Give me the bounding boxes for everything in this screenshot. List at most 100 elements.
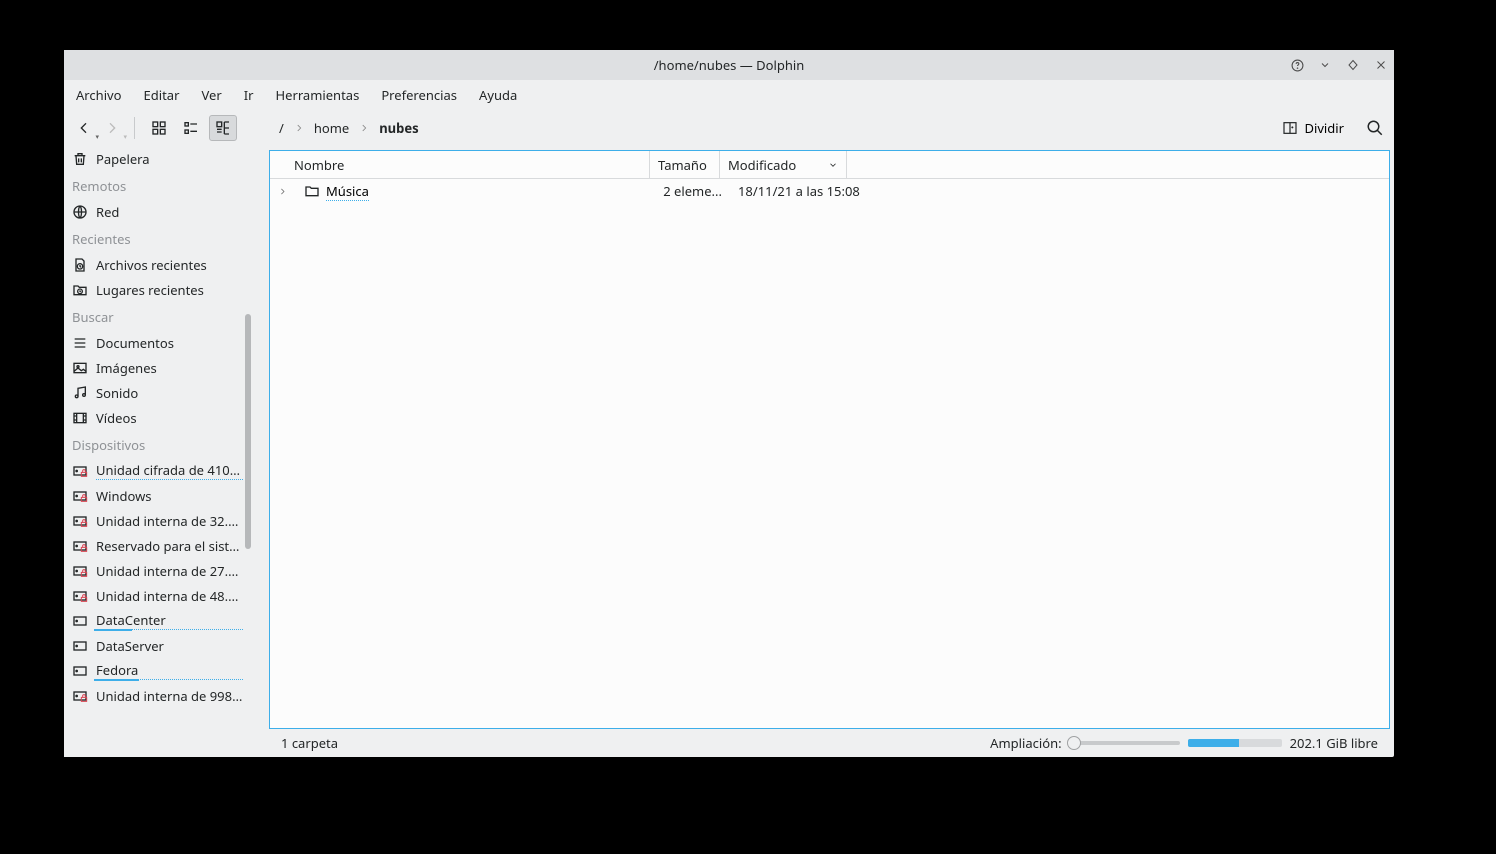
- sidebar-item-label: Windows: [96, 487, 243, 505]
- disk-icon: [72, 513, 88, 529]
- zoom-slider[interactable]: [1070, 741, 1180, 745]
- view-compact-button[interactable]: [177, 115, 205, 141]
- sidebar-item-label: Fedora: [96, 661, 243, 680]
- sidebar-item-network[interactable]: Red: [64, 199, 251, 224]
- sidebar-item-videos[interactable]: Vídeos: [64, 405, 251, 430]
- sidebar-item-label: Papelera: [96, 150, 243, 168]
- disk-icon: [72, 463, 88, 479]
- menu-ir[interactable]: Ir: [242, 83, 256, 107]
- sidebar-item-recent-places[interactable]: Lugares recientes: [64, 277, 251, 302]
- sidebar-device-item[interactable]: DataCenter: [64, 608, 251, 633]
- sidebar-item-label: DataCenter: [96, 611, 243, 630]
- main-area: Nombre Tamaño Modificado: [251, 146, 1394, 757]
- menu-archivo[interactable]: Archivo: [74, 83, 124, 107]
- sidebar-item-label: Archivos recientes: [96, 256, 243, 274]
- forward-button[interactable]: ▾: [100, 116, 124, 140]
- file-row[interactable]: Música 2 eleme... 18/11/21 a las 15:08: [270, 179, 1389, 203]
- sidebar-trash[interactable]: Papelera: [64, 146, 251, 171]
- disk-icon: [72, 613, 88, 629]
- menu-editar[interactable]: Editar: [142, 83, 182, 107]
- folder-icon: [304, 183, 320, 199]
- disk-icon: [72, 688, 88, 704]
- zoom-label: Ampliación:: [990, 734, 1061, 752]
- documents-icon: [72, 335, 88, 351]
- sidebar-item-label: Reservado para el siste...: [96, 537, 243, 555]
- sidebar-item-recent-files[interactable]: Archivos recientes: [64, 252, 251, 277]
- crumb-home[interactable]: home: [314, 119, 349, 137]
- sidebar-device-item[interactable]: Unidad interna de 48.0 ...: [64, 583, 251, 608]
- expand-icon[interactable]: [278, 187, 288, 196]
- sidebar-device-item[interactable]: Unidad interna de 27.0 ...: [64, 558, 251, 583]
- sidebar-item-label: Unidad interna de 32.0 ...: [96, 512, 243, 530]
- body: Papelera Remotos Red Recientes Archivos …: [64, 146, 1394, 757]
- sidebar-device-item[interactable]: Unidad interna de 32.0 ...: [64, 508, 251, 533]
- toolbar: ▾ ▾ / home nubes: [64, 109, 1394, 146]
- disk-icon: [72, 563, 88, 579]
- column-size[interactable]: Tamaño: [650, 151, 720, 178]
- file-modified: 18/11/21 a las 15:08: [730, 182, 880, 200]
- chevron-right-icon: [294, 123, 304, 133]
- sidebar-device-item[interactable]: Reservado para el siste...: [64, 533, 251, 558]
- status-summary: 1 carpeta: [281, 734, 338, 752]
- chevron-down-icon: ▾: [95, 133, 99, 142]
- sidebar-item-label: Vídeos: [96, 409, 243, 427]
- help-icon[interactable]: [1290, 58, 1304, 72]
- search-button[interactable]: [1364, 117, 1386, 139]
- sidebar-item-label: Unidad interna de 998....: [96, 687, 243, 705]
- sidebar-device-item[interactable]: Unidad interna de 998....: [64, 683, 251, 708]
- view-details-button[interactable]: [209, 115, 237, 141]
- sidebar-device-item[interactable]: Fedora: [64, 658, 251, 683]
- file-rows: Música 2 eleme... 18/11/21 a las 15:08: [270, 179, 1389, 728]
- sidebar-item-label: Red: [96, 203, 243, 221]
- disk-icon: [72, 588, 88, 604]
- menu-herramientas[interactable]: Herramientas: [273, 83, 361, 107]
- close-icon[interactable]: [1374, 58, 1388, 72]
- menu-ayuda[interactable]: Ayuda: [477, 83, 519, 107]
- sidebar-device-item[interactable]: Unidad cifrada de 410.1...: [64, 458, 251, 483]
- maximize-icon[interactable]: [1346, 58, 1360, 72]
- sidebar-section-remotes: Remotos: [64, 171, 251, 199]
- sidebar-item-label: Unidad cifrada de 410.1...: [96, 461, 243, 480]
- crumb-nubes[interactable]: nubes: [379, 119, 418, 137]
- disk-icon: [72, 488, 88, 504]
- menu-ver[interactable]: Ver: [199, 83, 223, 107]
- column-modified[interactable]: Modificado: [720, 151, 847, 178]
- sidebar-device-item[interactable]: Windows: [64, 483, 251, 508]
- back-button[interactable]: ▾: [72, 116, 96, 140]
- capacity-bar: [94, 629, 132, 631]
- sidebar-section-devices: Dispositivos: [64, 430, 251, 458]
- free-space-fill: [1188, 739, 1240, 747]
- music-icon: [72, 385, 88, 401]
- crumb-root[interactable]: /: [279, 119, 284, 137]
- sidebar-device-item[interactable]: DataServer: [64, 633, 251, 658]
- disk-icon: [72, 663, 88, 679]
- sidebar-item-images[interactable]: Imágenes: [64, 355, 251, 380]
- chevron-down-icon: [828, 160, 838, 170]
- window-controls: [1290, 50, 1388, 80]
- statusbar: 1 carpeta Ampliación: 202.1 GiB libre: [269, 729, 1390, 757]
- toolbar-right: Dividir: [1276, 116, 1386, 140]
- titlebar: /home/nubes — Dolphin: [64, 50, 1394, 80]
- column-headers: Nombre Tamaño Modificado: [270, 151, 1389, 179]
- menubar: Archivo Editar Ver Ir Herramientas Prefe…: [64, 80, 1394, 109]
- scrollbar-thumb[interactable]: [245, 314, 251, 549]
- column-name[interactable]: Nombre: [270, 151, 650, 178]
- file-view[interactable]: Nombre Tamaño Modificado: [269, 150, 1390, 729]
- sidebar-item-label: Lugares recientes: [96, 281, 243, 299]
- chevron-right-icon: [359, 123, 369, 133]
- sidebar-item-label: Documentos: [96, 334, 243, 352]
- sidebar[interactable]: Papelera Remotos Red Recientes Archivos …: [64, 146, 251, 757]
- minimize-icon[interactable]: [1318, 58, 1332, 72]
- zoom-handle[interactable]: [1067, 736, 1081, 750]
- video-icon: [72, 410, 88, 426]
- free-space-bar: [1188, 739, 1282, 747]
- menu-preferencias[interactable]: Preferencias: [379, 83, 459, 107]
- view-icons-button[interactable]: [145, 115, 173, 141]
- sidebar-item-documents[interactable]: Documentos: [64, 330, 251, 355]
- sidebar-item-sound[interactable]: Sonido: [64, 380, 251, 405]
- disk-icon: [72, 638, 88, 654]
- sidebar-section-search: Buscar: [64, 302, 251, 330]
- sidebar-item-label: Imágenes: [96, 359, 243, 377]
- folder-recent-icon: [72, 282, 88, 298]
- split-button[interactable]: Dividir: [1276, 116, 1350, 140]
